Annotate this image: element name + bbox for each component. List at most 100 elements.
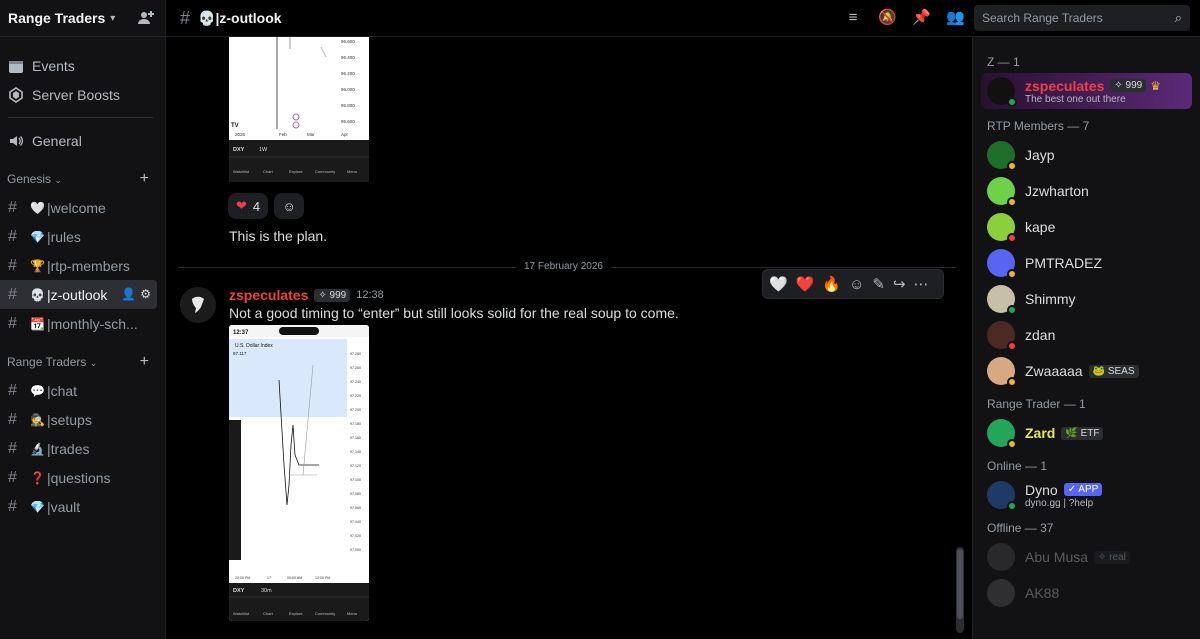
date-divider-label: 17 February 2026 bbox=[516, 261, 611, 272]
add-channel-icon[interactable]: + bbox=[140, 353, 149, 371]
channel-questions[interactable]: # ❓ |questions bbox=[0, 463, 157, 492]
add-reaction-icon[interactable]: ☺ bbox=[849, 276, 864, 293]
channel-header: # 💀|z-outlook ≡ 🔕 📌 👥 Search Range Trade… bbox=[166, 0, 1200, 37]
member-group-header: RTP Members — 7 bbox=[987, 119, 1090, 133]
threads-icon[interactable]: ≡ bbox=[844, 9, 862, 27]
member-name: AK88 bbox=[1025, 585, 1060, 601]
channel-emoji: 🕵 bbox=[30, 412, 45, 427]
invite-icon[interactable]: 👤 bbox=[121, 287, 136, 301]
reaction-count: 4 bbox=[252, 198, 261, 214]
member-zdan[interactable]: zdan bbox=[973, 317, 1200, 353]
category-range-traders[interactable]: Range Traders ⌄ + bbox=[0, 348, 165, 376]
crown-icon: ♛ bbox=[1150, 78, 1161, 93]
more-icon[interactable]: ⋯ bbox=[914, 275, 929, 293]
reaction-heart[interactable]: ❤ 4 bbox=[228, 193, 269, 219]
member-tag: 🌿 ETF bbox=[1061, 426, 1104, 440]
add-reaction-button[interactable]: ☺ bbox=[274, 193, 305, 219]
channel-trades[interactable]: # 🔬 |trades bbox=[0, 434, 157, 463]
y-tick: 96.600 bbox=[341, 39, 355, 44]
avatar[interactable] bbox=[180, 287, 216, 323]
channel-monthly-schedule[interactable]: # 📆 |monthly-sch... bbox=[0, 309, 157, 338]
hash-icon: # bbox=[8, 439, 17, 457]
y-tick: 96.200 bbox=[341, 71, 355, 76]
chart-image-dxy-30m[interactable]: 12:37 U.S. Dollar Index 97.117 97.280 97… bbox=[229, 325, 369, 621]
nav-events-label: Events bbox=[32, 57, 75, 74]
category-genesis[interactable]: Genesis ⌄ + bbox=[0, 165, 165, 193]
channel-name: |trades bbox=[46, 440, 90, 457]
forward-icon[interactable]: ↪ bbox=[893, 275, 906, 293]
hash-icon: # bbox=[8, 497, 17, 515]
channel-chat[interactable]: # 💬 |chat bbox=[0, 376, 157, 405]
chevron-down-icon[interactable]: ▾ bbox=[110, 13, 115, 24]
y-tick: 95.800 bbox=[341, 103, 355, 108]
symbol-label: DXY bbox=[233, 147, 245, 153]
member-name: kape bbox=[1025, 219, 1056, 235]
nav-label: Explore bbox=[289, 611, 303, 616]
y-tick: 96.400 bbox=[341, 55, 355, 60]
server-name[interactable]: Range Traders bbox=[8, 10, 105, 26]
chart-image-dxy-weekly[interactable]: TV 96.600 96.400 96.200 96.000 95.800 95… bbox=[229, 37, 369, 182]
nav-label: Chart bbox=[263, 611, 274, 616]
member-name: Dyno bbox=[1025, 481, 1058, 498]
search-input[interactable]: Search Range Traders ⌕ bbox=[974, 5, 1190, 31]
channel-setups[interactable]: # 🕵 |setups bbox=[0, 405, 157, 434]
y-tick: 97.120 bbox=[350, 464, 361, 468]
channel-name: |z-outlook bbox=[46, 286, 108, 303]
add-member-icon[interactable] bbox=[137, 9, 155, 27]
member-dyno[interactable]: Dyno ✓ APP dyno.gg | ?help bbox=[973, 477, 1200, 513]
nav-events[interactable]: Events bbox=[0, 51, 165, 80]
member-ak88[interactable]: AK88 bbox=[973, 575, 1200, 611]
nav-server-boosts[interactable]: Server Boosts bbox=[0, 80, 165, 109]
channel-z-outlook[interactable]: # 💀 |z-outlook 👤 ⚙ bbox=[0, 280, 157, 309]
member-zwaaaaa[interactable]: Zwaaaaa 🐸 SEAS bbox=[973, 353, 1200, 389]
member-list-icon[interactable]: 👥 bbox=[946, 9, 965, 27]
x-tick: Feb bbox=[279, 132, 287, 137]
member-kape[interactable]: kape bbox=[973, 209, 1200, 245]
reaction-red-heart[interactable]: ❤️ bbox=[796, 275, 815, 293]
avatar bbox=[987, 321, 1017, 351]
channel-welcome[interactable]: # 🤍 |welcome bbox=[0, 193, 157, 222]
chat-area: TV 96.600 96.400 96.200 96.000 95.800 95… bbox=[166, 37, 972, 639]
member-status: The best one out there bbox=[1025, 93, 1126, 105]
edit-icon[interactable]: ✎ bbox=[872, 275, 885, 293]
channel-rules[interactable]: # 💎 |rules bbox=[0, 222, 157, 251]
nav-label: Explore bbox=[289, 169, 303, 174]
reaction-fire[interactable]: 🔥 bbox=[822, 275, 841, 293]
reaction-white-heart[interactable]: 🤍 bbox=[769, 275, 788, 293]
message-author[interactable]: zspeculates bbox=[229, 287, 308, 303]
channel-emoji: 📆 bbox=[30, 316, 45, 331]
avatar bbox=[987, 579, 1015, 607]
member-name: zspeculates bbox=[1025, 77, 1105, 94]
channel-rtp-members[interactable]: # 🏆 |rtp-members bbox=[0, 251, 157, 280]
member-shimmy[interactable]: Shimmy bbox=[973, 281, 1200, 317]
channel-vault[interactable]: # 💎 |vault bbox=[0, 492, 157, 521]
add-channel-icon[interactable]: + bbox=[140, 170, 149, 188]
y-tick: 97.280 bbox=[350, 352, 361, 356]
member-abu-musa[interactable]: Abu Musa ✧ real bbox=[973, 539, 1200, 575]
avatar bbox=[987, 357, 1017, 387]
avatar bbox=[987, 481, 1017, 511]
y-tick: 97.000 bbox=[350, 548, 361, 552]
member-zard[interactable]: Zard 🌿 ETF bbox=[973, 415, 1200, 451]
member-jayp[interactable]: Jayp bbox=[973, 137, 1200, 173]
message-actions-bar: 🤍 ❤️ 🔥 ☺ ✎ ↪ ⋯ bbox=[762, 269, 944, 299]
member-jzwharton[interactable]: Jzwharton bbox=[973, 173, 1200, 209]
member-pmtradez[interactable]: PMTRADEZ bbox=[973, 245, 1200, 281]
server-tag-badge[interactable]: ✧ 999 bbox=[314, 288, 351, 302]
mute-bell-icon[interactable]: 🔕 bbox=[878, 9, 897, 27]
y-tick: 97.140 bbox=[350, 450, 361, 454]
y-tick: 95.600 bbox=[341, 119, 355, 124]
x-tick: 20:00 PM bbox=[235, 576, 250, 580]
y-tick: 97.260 bbox=[350, 366, 361, 370]
gear-icon[interactable]: ⚙ bbox=[140, 287, 151, 301]
pin-icon[interactable]: 📌 bbox=[912, 9, 931, 27]
scrollbar-thumb[interactable] bbox=[957, 549, 963, 619]
member-zspeculates[interactable]: zspeculates ✧ 999 ♛ The best one out there bbox=[981, 73, 1192, 109]
search-icon: ⌕ bbox=[1174, 10, 1182, 25]
speaker-icon bbox=[10, 135, 24, 146]
nav-general[interactable]: General bbox=[0, 126, 165, 155]
message-timestamp[interactable]: 12:38 bbox=[356, 289, 384, 301]
nav-label: Menu bbox=[347, 169, 357, 174]
phone-time: 12:37 bbox=[233, 330, 249, 336]
reaction-row: ❤ 4 ☺ bbox=[228, 193, 305, 219]
